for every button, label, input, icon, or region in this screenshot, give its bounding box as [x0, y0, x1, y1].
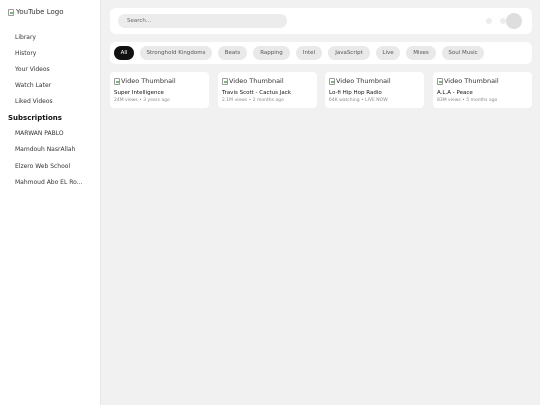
video-meta: 64K watching • LIVE NOW — [329, 98, 388, 103]
video-title[interactable]: Lo-fi Hip Hop Radio — [329, 90, 382, 96]
broken-image-icon — [8, 8, 14, 16]
sidebar-item-your-videos[interactable]: Your Videos — [0, 62, 100, 78]
video-card[interactable]: Video Thumbnail Lo-fi Hip Hop Radio 64K … — [325, 72, 424, 108]
sidebar-nav: Library History Your Videos Watch Later … — [0, 30, 100, 110]
video-thumbnail[interactable]: Video Thumbnail — [329, 77, 391, 85]
thumbnail-alt-text: Video Thumbnail — [121, 77, 176, 85]
broken-image-icon — [329, 77, 335, 85]
video-title[interactable]: A.L.A - Peace — [437, 90, 473, 96]
video-title[interactable]: Travis Scott - Cactus Jack — [222, 90, 291, 96]
chip-rapping[interactable]: Rapping — [253, 46, 290, 60]
subscription-item[interactable]: Mamdouh NasrAllah — [0, 142, 100, 158]
sidebar: YouTube Logo Library History Your Videos… — [0, 0, 101, 405]
video-title[interactable]: Super Intelligence — [114, 90, 164, 96]
thumbnail-alt-text: Video Thumbnail — [229, 77, 284, 85]
chip-beats[interactable]: Beats — [218, 46, 247, 60]
sidebar-item-watch-later[interactable]: Watch Later — [0, 78, 100, 94]
sidebar-item-library[interactable]: Library — [0, 30, 100, 46]
video-meta: 2.1M views • 2 months ago — [222, 98, 284, 103]
top-bar — [110, 8, 532, 34]
chip-soul-music[interactable]: Soul Music — [442, 46, 484, 60]
video-card[interactable]: Video Thumbnail A.L.A - Peace 83M views … — [433, 72, 532, 108]
thumbnail-alt-text: Video Thumbnail — [336, 77, 391, 85]
broken-image-icon — [114, 77, 120, 85]
video-thumbnail[interactable]: Video Thumbnail — [114, 77, 176, 85]
chip-intel[interactable]: Intel — [296, 46, 322, 60]
chip-live[interactable]: Live — [376, 46, 400, 60]
subscriptions-heading: Subscriptions — [8, 114, 62, 122]
filter-chip-bar: All Stronghold Kingdoms Beats Rapping In… — [110, 42, 532, 64]
avatar[interactable] — [506, 13, 522, 29]
subscription-item[interactable]: Mahmoud Abo EL Ro... — [0, 175, 100, 191]
thumbnail-alt-text: Video Thumbnail — [444, 77, 499, 85]
video-card[interactable]: Video Thumbnail Super Intelligence 24M v… — [110, 72, 209, 108]
video-thumbnail[interactable]: Video Thumbnail — [222, 77, 284, 85]
logo-alt-text: YouTube Logo — [16, 8, 64, 16]
chip-all[interactable]: All — [114, 46, 134, 60]
video-meta: 83M views • 5 months ago — [437, 98, 498, 103]
chip-stronghold-kingdoms[interactable]: Stronghold Kingdoms — [140, 46, 212, 60]
video-card[interactable]: Video Thumbnail Travis Scott - Cactus Ja… — [218, 72, 317, 108]
sidebar-item-history[interactable]: History — [0, 46, 100, 62]
chip-mixes[interactable]: Mixes — [406, 46, 436, 60]
notification-icon[interactable] — [486, 18, 492, 24]
sidebar-item-liked-videos[interactable]: Liked Videos — [0, 94, 100, 110]
video-thumbnail[interactable]: Video Thumbnail — [437, 77, 499, 85]
video-meta: 24M views • 3 years ago — [114, 98, 170, 103]
subscription-item[interactable]: Elzero Web School — [0, 159, 100, 175]
search-input[interactable] — [118, 14, 287, 28]
subscription-item[interactable]: MARWAN PABLO — [0, 126, 100, 142]
youtube-logo[interactable]: YouTube Logo — [8, 8, 63, 16]
subscriptions-list: MARWAN PABLO Mamdouh NasrAllah Elzero We… — [0, 126, 100, 191]
chip-javascript[interactable]: JavaScript — [328, 46, 370, 60]
broken-image-icon — [222, 77, 228, 85]
broken-image-icon — [437, 77, 443, 85]
